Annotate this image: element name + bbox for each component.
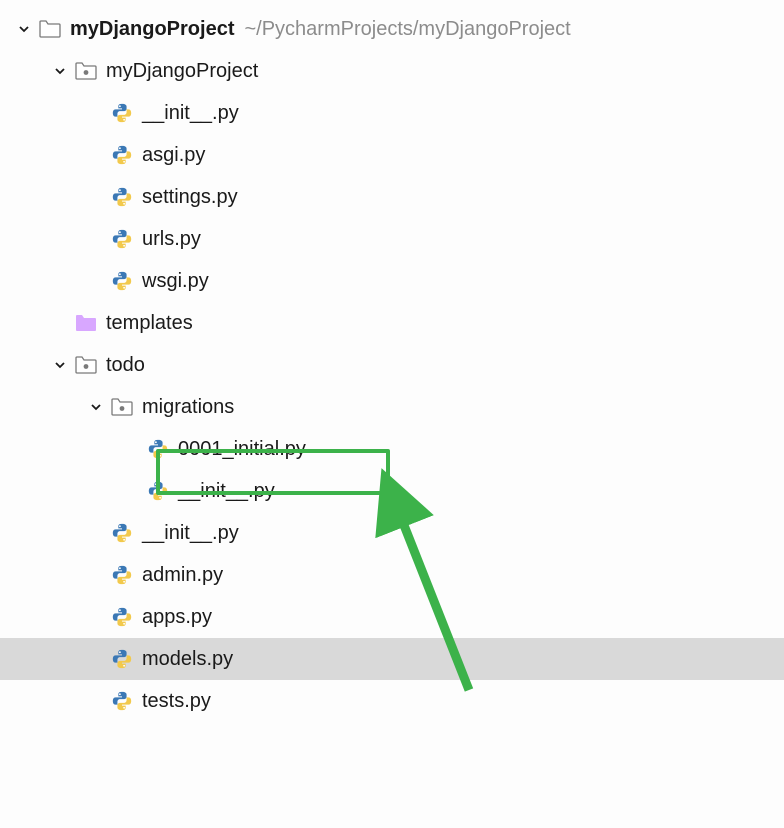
tree-item-file[interactable]: wsgi.py [0,260,784,302]
tree-item-file[interactable]: models.py [0,638,784,680]
chevron-down-icon[interactable] [50,355,70,375]
chevron-down-icon[interactable] [14,19,34,39]
tree-item-label: myDjangoProject [106,60,258,83]
python-file-icon [110,185,134,209]
tree-item-label: wsgi.py [142,270,209,293]
tree-item-file[interactable]: settings.py [0,176,784,218]
folder-icon [110,395,134,419]
tree-item-label: tests.py [142,690,211,713]
project-tree[interactable]: myDjangoProject ~/PycharmProjects/myDjang… [0,8,784,722]
python-file-icon [110,227,134,251]
tree-item-label: migrations [142,396,234,419]
tree-item-file[interactable]: admin.py [0,554,784,596]
tree-item-templates[interactable]: templates [0,302,784,344]
tree-item-path: ~/PycharmProjects/myDjangoProject [244,18,570,41]
tree-item-migrations-folder[interactable]: migrations [0,386,784,428]
python-file-icon [110,605,134,629]
tree-item-file[interactable]: urls.py [0,218,784,260]
python-file-icon [110,689,134,713]
python-file-icon [110,647,134,671]
chevron-down-icon[interactable] [86,397,106,417]
tree-item-app-folder[interactable]: myDjangoProject [0,50,784,92]
tree-item-label: __init__.py [142,102,239,125]
tree-item-label: settings.py [142,186,238,209]
tree-item-label: todo [106,354,145,377]
tree-item-label: templates [106,312,193,335]
folder-icon [74,353,98,377]
tree-item-file[interactable]: __init__.py [0,512,784,554]
tree-item-label: myDjangoProject [70,18,234,41]
tree-item-label: admin.py [142,564,223,587]
tree-item-label: asgi.py [142,144,205,167]
python-file-icon [146,479,170,503]
python-file-icon [110,101,134,125]
tree-item-label: 0001_initial.py [178,438,306,461]
tree-item-file[interactable]: __init__.py [0,470,784,512]
tree-item-label: apps.py [142,606,212,629]
tree-item-file[interactable]: apps.py [0,596,784,638]
python-file-icon [110,563,134,587]
folder-icon [74,59,98,83]
python-file-icon [146,437,170,461]
folder-icon [74,311,98,335]
chevron-down-icon[interactable] [50,61,70,81]
python-file-icon [110,269,134,293]
tree-item-file[interactable]: asgi.py [0,134,784,176]
tree-item-label: urls.py [142,228,201,251]
tree-item-label: __init__.py [142,522,239,545]
tree-item-root[interactable]: myDjangoProject ~/PycharmProjects/myDjang… [0,8,784,50]
tree-item-file[interactable]: __init__.py [0,92,784,134]
folder-icon [38,17,62,41]
tree-item-label: __init__.py [178,480,275,503]
python-file-icon [110,521,134,545]
tree-item-file[interactable]: tests.py [0,680,784,722]
tree-item-file[interactable]: 0001_initial.py [0,428,784,470]
tree-item-label: models.py [142,648,233,671]
tree-item-todo-folder[interactable]: todo [0,344,784,386]
python-file-icon [110,143,134,167]
